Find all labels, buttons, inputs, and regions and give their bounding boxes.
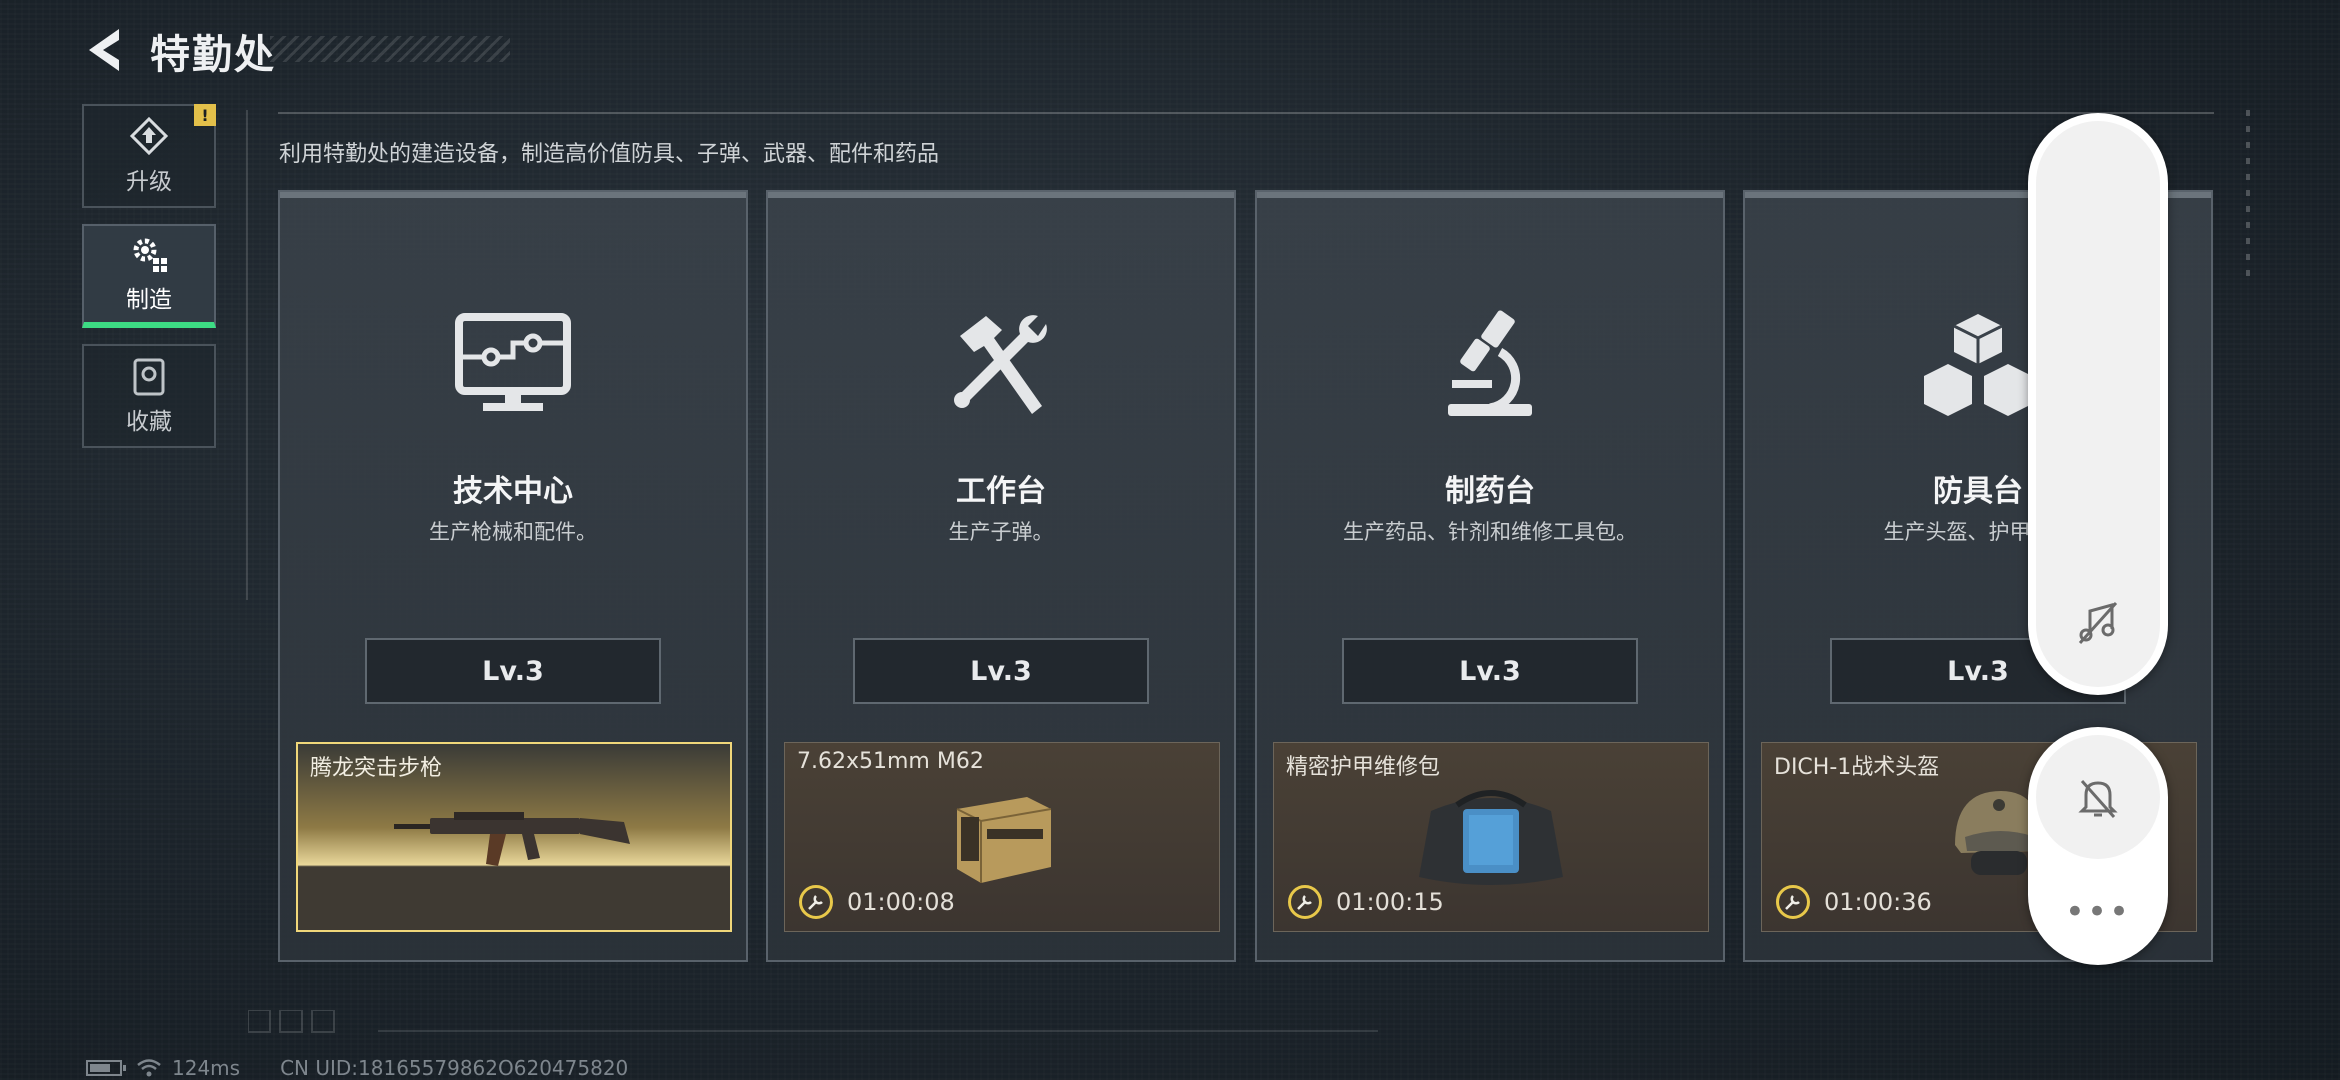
wifi-icon: [137, 1059, 161, 1077]
timer-value: 01:00:15: [1336, 888, 1444, 916]
sidebar-item-upgrade[interactable]: ! 升级: [82, 104, 216, 208]
user-uid: CN UID:18165579862O620475820: [280, 1056, 629, 1080]
product-name: DICH-1战术头盔: [1774, 755, 1940, 780]
back-arrow-icon: [89, 29, 119, 71]
notifications-off-button[interactable]: [2036, 735, 2160, 859]
floating-toolbar-inner: [2036, 121, 2160, 687]
monitor-circuit-icon: [448, 300, 578, 430]
wrench-timer-icon: [799, 885, 833, 919]
sidebar-item-label: 升级: [126, 169, 172, 195]
title-decoration: [270, 36, 510, 62]
divider-vertical: [246, 110, 248, 600]
craft-gear-icon: [133, 238, 167, 272]
sidebar-item-label: 收藏: [126, 409, 172, 435]
station-card-pharmacy[interactable]: 制药台 生产药品、针剂和维修工具包。 Lv.3 精密护甲维修包 01:00:15: [1255, 190, 1725, 962]
station-level: Lv.3: [1342, 638, 1638, 704]
battery-icon: [86, 1060, 126, 1076]
product-name: 7.62x51mm M62: [797, 749, 984, 774]
bottom-decoration: [248, 1010, 1378, 1033]
more-dots-icon[interactable]: •••: [2028, 887, 2168, 937]
craft-timer: 01:00:15: [1288, 885, 1444, 919]
product-slot[interactable]: 腾龙突击步枪: [296, 742, 732, 932]
music-off-icon: [2078, 601, 2118, 645]
timer-value: 01:00:08: [847, 888, 955, 916]
product-slot[interactable]: 精密护甲维修包 01:00:15: [1273, 742, 1709, 932]
cubes-icon: [1913, 300, 2043, 430]
product-slot[interactable]: 7.62x51mm M62 01:00:08: [784, 742, 1220, 932]
floating-toolbar: [2028, 113, 2168, 695]
station-card-workbench[interactable]: 工作台 生产子弹。 Lv.3 7.62x51mm M62 01:00:08: [766, 190, 1236, 962]
right-decoration: [2246, 110, 2250, 280]
back-button[interactable]: [80, 22, 130, 78]
wrench-timer-icon: [1288, 885, 1322, 919]
station-description: 生产药品、针剂和维修工具包。: [1343, 520, 1637, 544]
status-bar: 124ms CN UID:18165579862O620475820: [86, 1056, 628, 1080]
divider-horizontal: [278, 112, 2214, 114]
microscope-icon: [1425, 300, 1555, 430]
station-card-tech-center[interactable]: 技术中心 生产枪械和配件。 Lv.3 腾龙突击步枪: [278, 190, 748, 962]
station-name: 工作台: [956, 474, 1046, 509]
sidebar-item-label: 制造: [126, 287, 172, 313]
alert-badge: !: [194, 104, 216, 126]
page-subtitle: 利用特勤处的建造设备，制造高价值防具、子弹、武器、配件和药品: [279, 142, 940, 167]
music-off-button[interactable]: [2074, 599, 2122, 651]
assault-rifle-icon: [394, 812, 630, 866]
sidebar-item-collection[interactable]: 收藏: [82, 344, 216, 448]
station-level: Lv.3: [853, 638, 1149, 704]
timer-value: 01:00:36: [1824, 888, 1932, 916]
station-name: 技术中心: [453, 474, 573, 509]
product-name: 腾龙突击步枪: [310, 756, 443, 781]
craft-timer: 01:00:08: [799, 885, 955, 919]
station-level: Lv.3: [365, 638, 661, 704]
ammo-box-icon: [956, 797, 1052, 883]
craft-timer: 01:00:36: [1776, 885, 1932, 919]
collection-icon: [133, 358, 165, 396]
bell-off-icon: [2078, 780, 2118, 818]
floating-toolbar-bottom: •••: [2028, 727, 2168, 965]
station-name: 制药台: [1445, 474, 1535, 509]
wrench-timer-icon: [1776, 885, 1810, 919]
sidebar-item-craft[interactable]: 制造: [82, 224, 216, 328]
ping-value: 124ms: [172, 1056, 241, 1080]
upgrade-icon: [129, 116, 169, 156]
hammer-wrench-icon: [936, 300, 1066, 430]
repair-kit-bag-icon: [1419, 790, 1563, 885]
page-title: 特勤处: [150, 32, 276, 78]
product-name: 精密护甲维修包: [1286, 755, 1441, 780]
station-description: 生产枪械和配件。: [429, 520, 597, 544]
station-description: 生产子弹。: [948, 520, 1054, 544]
sidebar: ! 升级 制造 收藏: [82, 104, 218, 464]
